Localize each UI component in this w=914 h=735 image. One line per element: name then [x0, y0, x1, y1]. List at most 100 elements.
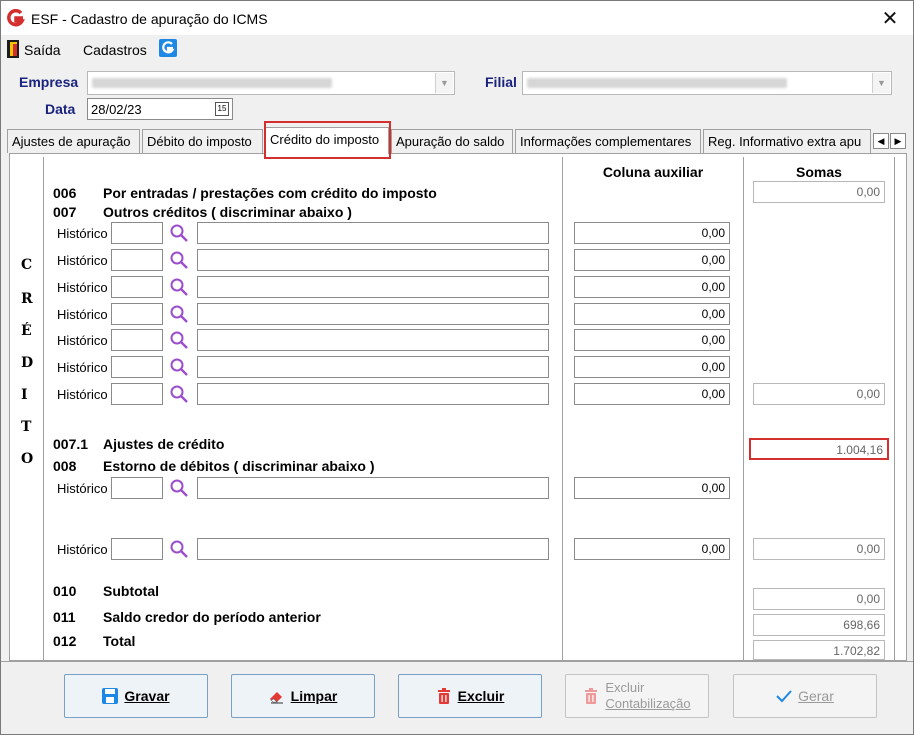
historico-label: Histórico — [57, 333, 108, 348]
historico-description-input[interactable] — [197, 249, 549, 271]
historico-description-input[interactable] — [197, 477, 549, 499]
historico-code-input[interactable] — [111, 477, 163, 499]
divider — [1, 661, 913, 662]
calendar-icon[interactable]: 15 — [215, 102, 229, 116]
close-button[interactable]: ✕ — [867, 1, 913, 35]
excluir-contabilizacao-button[interactable]: Excluir Contabilização — [565, 674, 709, 718]
historico-code-input[interactable] — [111, 303, 163, 325]
aux-value-007-5[interactable]: 0,00 — [574, 356, 730, 378]
save-icon — [102, 688, 119, 704]
gravar-label: Gravar — [124, 688, 170, 704]
data-label: Data — [45, 101, 76, 117]
gerar-button[interactable]: Gerar — [733, 674, 877, 718]
divider — [894, 157, 895, 661]
line-0071-code: 007.1 — [53, 436, 89, 452]
soma-007: 0,00 — [753, 383, 885, 405]
soma-0071: 1.004,16 — [749, 438, 889, 460]
search-icon[interactable] — [169, 250, 189, 270]
historico-code-input[interactable] — [111, 538, 163, 560]
historico-description-input[interactable] — [197, 329, 549, 351]
filial-select[interactable]: ▼ — [522, 71, 892, 95]
trash-icon — [437, 688, 450, 704]
search-icon[interactable] — [169, 277, 189, 297]
historico-description-input[interactable] — [197, 538, 549, 560]
exit-door-icon[interactable] — [7, 40, 19, 58]
section-letter: O — [21, 451, 34, 467]
empresa-select[interactable]: ▼ — [87, 71, 455, 95]
main-window: ESF - Cadastro de apuração do ICMS ✕ Saí… — [0, 0, 914, 735]
historico-label: Histórico — [57, 481, 108, 496]
historico-description-input[interactable] — [197, 276, 549, 298]
search-icon[interactable] — [169, 330, 189, 350]
historico-code-input[interactable] — [111, 356, 163, 378]
filial-label: Filial — [485, 74, 517, 90]
menu-saida[interactable]: Saída — [24, 42, 61, 58]
excluir-button[interactable]: Excluir — [398, 674, 542, 718]
search-icon[interactable] — [169, 478, 189, 498]
historico-code-input[interactable] — [111, 383, 163, 405]
tab-apuracao-saldo[interactable]: Apuração do saldo — [391, 129, 513, 153]
historico-label: Histórico — [57, 253, 108, 268]
limpar-label: Limpar — [290, 688, 338, 704]
date-field[interactable]: 28/02/23 15 — [87, 98, 233, 120]
historico-description-input[interactable] — [197, 222, 549, 244]
line-006-code: 006 — [53, 185, 77, 201]
col-somas-header: Somas — [796, 164, 842, 180]
title-bar: ESF - Cadastro de apuração do ICMS ✕ — [1, 1, 913, 35]
tab-scroll-right-icon[interactable]: ▶ — [890, 133, 906, 149]
search-icon[interactable] — [169, 304, 189, 324]
section-letter: É — [21, 323, 32, 339]
limpar-button[interactable]: Limpar — [231, 674, 375, 718]
line-012-text: Total — [103, 633, 136, 649]
search-icon[interactable] — [169, 539, 189, 559]
historico-label: Histórico — [57, 360, 108, 375]
line-011-code: 011 — [53, 609, 76, 625]
divider — [562, 157, 563, 661]
search-icon[interactable] — [169, 357, 189, 377]
tab-debito-imposto[interactable]: Débito do imposto — [142, 129, 263, 153]
tab-informacoes-complementares[interactable]: Informações complementares — [515, 129, 701, 153]
aux-value-007-1[interactable]: 0,00 — [574, 249, 730, 271]
historico-code-input[interactable] — [111, 249, 163, 271]
divider — [743, 157, 744, 661]
aux-value-008-1[interactable]: 0,00 — [574, 538, 730, 560]
historico-description-input[interactable] — [197, 303, 549, 325]
line-012-code: 012 — [53, 633, 77, 649]
historico-code-input[interactable] — [111, 329, 163, 351]
tab-reg-informativo[interactable]: Reg. Informativo extra apu — [703, 129, 871, 153]
line-010-code: 010 — [53, 583, 77, 599]
line-0071-text: Ajustes de crédito — [103, 436, 225, 452]
aux-value-007-0[interactable]: 0,00 — [574, 222, 730, 244]
aux-value-008-0[interactable]: 0,00 — [574, 477, 730, 499]
historico-code-input[interactable] — [111, 276, 163, 298]
aux-value-007-2[interactable]: 0,00 — [574, 276, 730, 298]
soma-012: 1.702,82 — [753, 640, 885, 660]
chevron-down-icon[interactable]: ▼ — [872, 73, 890, 93]
empresa-value-redacted — [92, 78, 332, 88]
col-aux-header: Coluna auxiliar — [602, 164, 704, 180]
section-letter: I — [21, 387, 28, 403]
gravar-button[interactable]: Gravar — [64, 674, 208, 718]
g-logo-icon[interactable] — [159, 39, 177, 57]
soma-006: 0,00 — [753, 181, 885, 203]
historico-description-input[interactable] — [197, 383, 549, 405]
historico-label: Histórico — [57, 387, 108, 402]
excluir-contab-label: Excluir Contabilização — [605, 680, 690, 712]
menu-cadastros[interactable]: Cadastros — [83, 42, 147, 58]
tab-ajustes-apuracao[interactable]: Ajustes de apuração — [7, 129, 140, 153]
aux-value-007-6[interactable]: 0,00 — [574, 383, 730, 405]
trash-icon — [585, 688, 598, 704]
chevron-down-icon[interactable]: ▼ — [435, 73, 453, 93]
date-value[interactable]: 28/02/23 — [91, 102, 142, 117]
historico-label: Histórico — [57, 280, 108, 295]
gerar-label: Gerar — [798, 688, 834, 704]
search-icon[interactable] — [169, 223, 189, 243]
historico-description-input[interactable] — [197, 356, 549, 378]
aux-value-007-4[interactable]: 0,00 — [574, 329, 730, 351]
search-icon[interactable] — [169, 384, 189, 404]
aux-value-007-3[interactable]: 0,00 — [574, 303, 730, 325]
tab-scroll-left-icon[interactable]: ◀ — [873, 133, 889, 149]
active-tab-highlight — [264, 121, 391, 159]
historico-code-input[interactable] — [111, 222, 163, 244]
filial-value-redacted — [527, 78, 787, 88]
